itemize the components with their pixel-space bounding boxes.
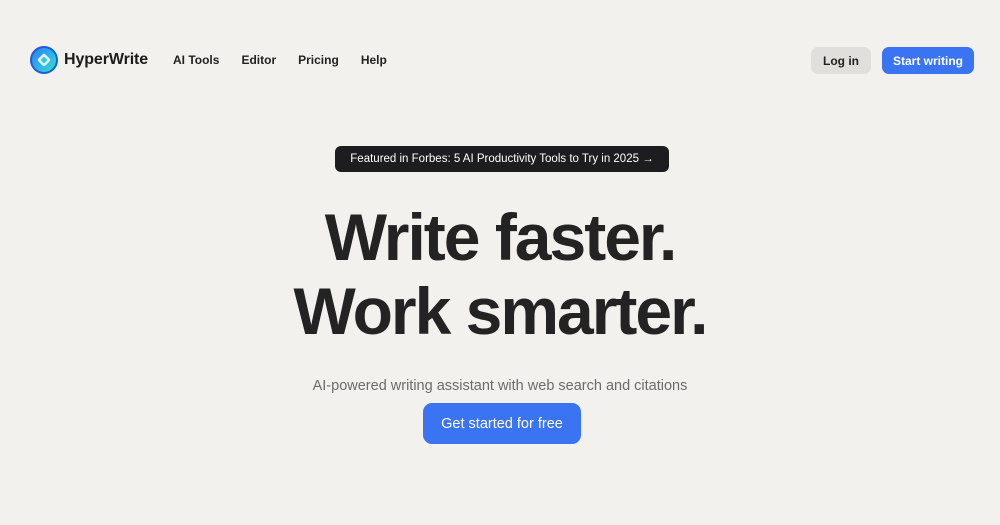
nav-item-help[interactable]: Help (361, 51, 387, 69)
hero-subtitle: AI-powered writing assistant with web se… (312, 377, 688, 394)
hero-headline: Write faster. Work smarter. (0, 200, 1000, 348)
hyperwrite-logo-icon (30, 46, 58, 74)
nav-item-ai-tools[interactable]: AI Tools (173, 51, 219, 69)
nav-item-editor[interactable]: Editor (241, 51, 276, 69)
site-header: HyperWrite AI Tools Editor Pricing Help … (0, 0, 1000, 120)
nav-item-pricing[interactable]: Pricing (298, 51, 339, 69)
brand-name: HyperWrite (64, 51, 149, 68)
headline-line-1: Write faster. (324, 200, 678, 274)
headline-line-2: Work smarter. (293, 274, 709, 348)
login-button[interactable]: Log in (811, 47, 871, 74)
forbes-feature-badge[interactable]: Featured in Forbes: 5 AI Productivity To… (335, 146, 669, 172)
main-nav: AI Tools Editor Pricing Help (173, 51, 387, 69)
get-started-button[interactable]: Get started for free (423, 403, 581, 444)
brand-link[interactable]: HyperWrite (30, 46, 148, 74)
start-writing-button[interactable]: Start writing (882, 47, 974, 74)
